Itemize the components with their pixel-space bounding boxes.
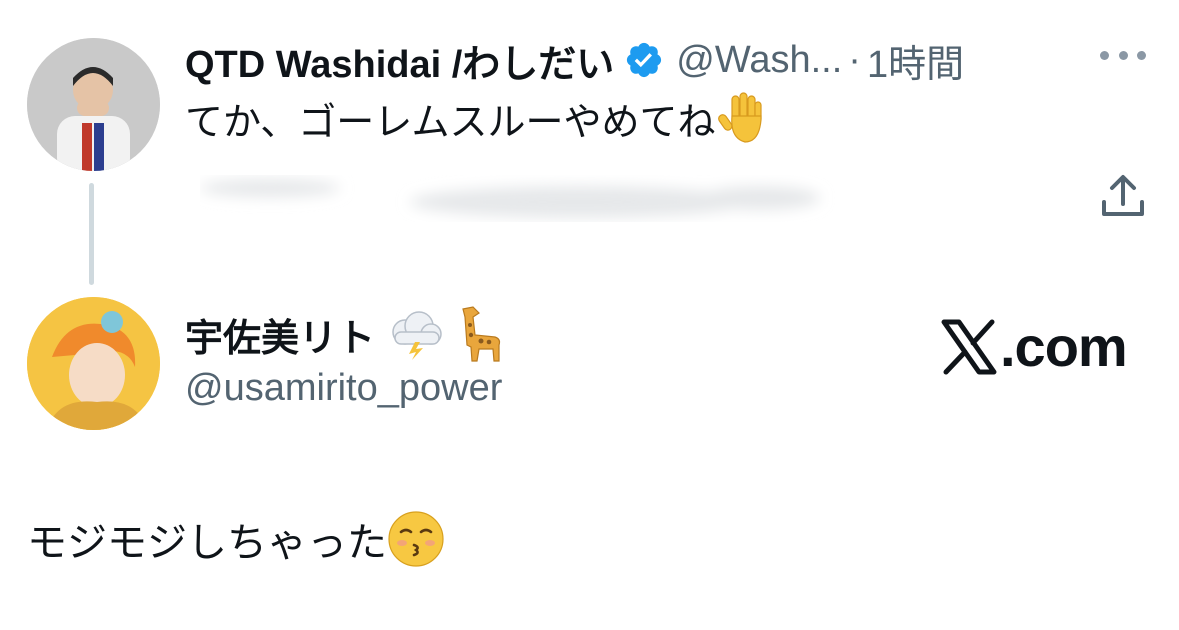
avatar-image bbox=[27, 38, 160, 171]
more-icon[interactable] bbox=[1100, 40, 1146, 70]
reply-avatar[interactable] bbox=[27, 297, 160, 430]
reply-tweet-text: モジモジしちゃった bbox=[27, 510, 445, 568]
parent-display-name[interactable]: QTD Washidai /わしだい bbox=[185, 33, 614, 88]
cloud-lightning-emoji bbox=[392, 311, 442, 360]
x-logo-icon bbox=[941, 319, 997, 374]
reply-text-body: モジモジしちゃった bbox=[27, 521, 387, 565]
reply-handle[interactable]: @usamirito_power bbox=[185, 367, 502, 410]
avatar-image bbox=[27, 297, 160, 430]
separator-dot: · bbox=[848, 38, 861, 81]
reply-header: 宇佐美リト bbox=[185, 305, 507, 363]
blurred-media-preview bbox=[200, 179, 820, 218]
parent-text-body: てか、ゴーレムスルーやめてね bbox=[185, 101, 716, 144]
parent-avatar[interactable] bbox=[27, 38, 160, 171]
parent-header: QTD Washidai /わしだい @Wash... · 1時間 bbox=[185, 30, 964, 90]
reply-display-name[interactable]: 宇佐美リト bbox=[185, 307, 375, 362]
parent-timestamp[interactable]: 1時間 bbox=[867, 33, 964, 88]
parent-tweet-text: てか、ゴーレムスルーやめてね bbox=[185, 90, 771, 146]
brand-suffix: .com bbox=[1000, 315, 1128, 378]
raised-hand-emoji bbox=[718, 92, 763, 143]
parent-handle[interactable]: @Wash... bbox=[676, 39, 842, 82]
brand-watermark: .com bbox=[940, 314, 1128, 379]
share-icon[interactable] bbox=[1098, 172, 1148, 220]
verified-badge-icon bbox=[627, 42, 662, 78]
thread-connector-line bbox=[89, 183, 94, 285]
kissing-face-emoji bbox=[388, 511, 444, 567]
giraffe-emoji bbox=[462, 306, 501, 362]
